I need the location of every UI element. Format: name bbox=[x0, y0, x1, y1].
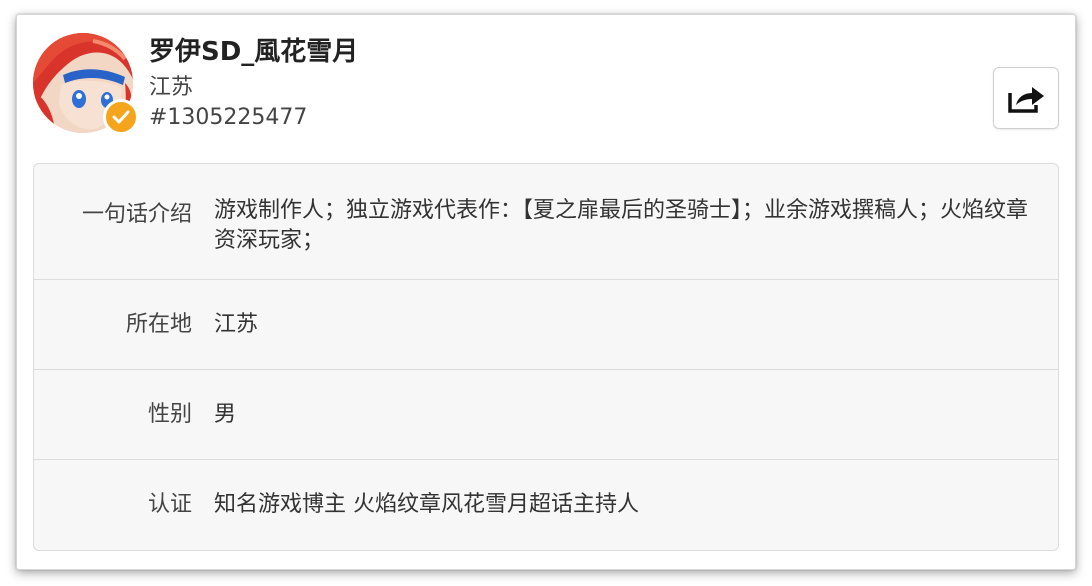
checkmark-icon bbox=[112, 110, 130, 124]
profile-name: 罗伊SD_風花雪月 bbox=[149, 37, 359, 67]
info-panel: 一句话介绍 游戏制作人；独立游戏代表作：【夏之扉最后的圣骑士】；业余游戏撰稿人；… bbox=[33, 163, 1059, 551]
avatar-container[interactable] bbox=[33, 33, 139, 135]
gender-label: 性别 bbox=[147, 402, 192, 427]
info-row-location: 所在地 江苏 bbox=[34, 280, 1058, 370]
certification-value: 知名游戏博主 火焰纹章风花雪月超话主持人 bbox=[214, 492, 639, 517]
profile-region: 江苏 bbox=[149, 75, 194, 100]
certification-label: 认证 bbox=[147, 492, 192, 517]
info-row-bio: 一句话介绍 游戏制作人；独立游戏代表作：【夏之扉最后的圣骑士】；业余游戏撰稿人；… bbox=[34, 164, 1058, 280]
location-label: 所在地 bbox=[125, 312, 192, 337]
profile-uid: #1305225477 bbox=[149, 105, 308, 130]
verified-badge bbox=[103, 99, 139, 135]
info-row-certification: 认证 知名游戏博主 火焰纹章风花雪月超话主持人 bbox=[34, 460, 1058, 550]
location-value: 江苏 bbox=[214, 312, 259, 337]
gender-value: 男 bbox=[214, 402, 237, 427]
share-icon bbox=[1008, 87, 1044, 113]
profile-card: 罗伊SD_風花雪月 江苏 #1305225477 一句话介绍 游戏制作人；独立游… bbox=[16, 14, 1076, 570]
bio-label: 一句话介绍 bbox=[81, 202, 192, 227]
info-row-gender: 性别 男 bbox=[34, 370, 1058, 460]
bio-value: 游戏制作人；独立游戏代表作：【夏之扉最后的圣骑士】；业余游戏撰稿人；火焰纹章资深… bbox=[214, 198, 1029, 253]
share-button[interactable] bbox=[993, 67, 1059, 129]
